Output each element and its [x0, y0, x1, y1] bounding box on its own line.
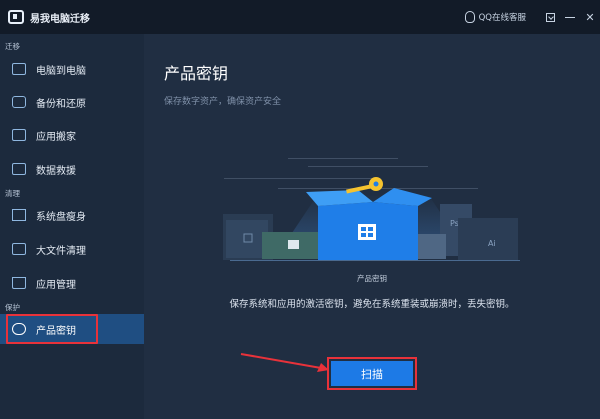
- feature-description: 保存系统和应用的激活密钥，避免在系统重装或崩溃时，丢失密钥。: [229, 299, 515, 310]
- backup-icon: [12, 96, 26, 108]
- illustration-caption: 产品密钥: [357, 274, 387, 283]
- close-icon: ✕: [585, 10, 595, 24]
- sidebar-item-label: 备份和还原: [36, 98, 86, 110]
- close-button[interactable]: ✕: [580, 0, 600, 34]
- section-label-clean: 清理: [5, 189, 20, 198]
- app-logo-icon: [8, 10, 24, 24]
- sidebar-item-label: 应用搬家: [36, 131, 76, 143]
- scan-button[interactable]: 扫描: [331, 361, 413, 386]
- section-label-migrate: 迁移: [5, 42, 20, 51]
- qq-support-link[interactable]: QQ在线客服: [479, 11, 526, 23]
- sidebar-item-pc-to-pc[interactable]: 电脑到电脑: [0, 54, 144, 84]
- minimize-icon: [565, 16, 575, 18]
- product-key-illustration: Ps Ai: [223, 158, 520, 261]
- scan-button-highlight: 扫描: [327, 357, 417, 390]
- sidebar-item-large-file-clean[interactable]: 大文件清理: [0, 234, 144, 264]
- section-label-protect: 保护: [5, 303, 20, 312]
- minimize-button[interactable]: [560, 0, 580, 34]
- sidebar-item-label: 大文件清理: [36, 245, 86, 257]
- sidebar-item-label: 电脑到电脑: [36, 65, 86, 77]
- trash-icon: [12, 277, 26, 289]
- qq-penguin-icon[interactable]: [464, 11, 475, 23]
- sidebar-item-label: 系统盘瘦身: [36, 211, 86, 223]
- medkit-icon: [12, 163, 26, 175]
- page-title: 产品密钥: [164, 64, 229, 83]
- sidebar-item-data-rescue[interactable]: 数据救援: [0, 154, 144, 184]
- sidebar-item-system-slim[interactable]: 系统盘瘦身: [0, 200, 144, 230]
- sidebar-item-label: 数据救援: [36, 165, 76, 177]
- key-icon: [12, 323, 26, 335]
- sidebar-item-app-migrate[interactable]: 应用搬家: [0, 120, 144, 150]
- folder-icon: [12, 243, 26, 255]
- svg-text:Ai: Ai: [488, 239, 496, 248]
- title-bar-controls: QQ在线客服 ✕: [464, 0, 600, 34]
- page-subtitle: 保存数字资产，确保资产安全: [164, 97, 282, 107]
- sidebar: 迁移 电脑到电脑 备份和还原 应用搬家 数据救援 清理 系统盘瘦身 大文件清理 …: [0, 34, 144, 419]
- app-title: 易我电脑迁移: [30, 13, 90, 25]
- download-button[interactable]: [540, 0, 560, 34]
- sidebar-item-app-manage[interactable]: 应用管理: [0, 268, 144, 298]
- svg-text:Ps: Ps: [450, 219, 459, 228]
- sidebar-item-product-key[interactable]: 产品密钥: [0, 314, 144, 344]
- sidebar-item-label: 应用管理: [36, 279, 76, 291]
- title-bar: 易我电脑迁移 QQ在线客服 ✕: [0, 0, 600, 34]
- app-move-icon: [12, 129, 26, 141]
- monitor-icon: [12, 63, 26, 75]
- main-panel: 产品密钥 保存数字资产，确保资产安全 Ps Ai 产品密钥 保存系统和应用的激活…: [144, 34, 600, 419]
- pointer-arrow-icon: [240, 353, 329, 372]
- download-icon: [545, 12, 555, 22]
- sidebar-item-backup-restore[interactable]: 备份和还原: [0, 87, 144, 117]
- building-icon: [12, 209, 26, 221]
